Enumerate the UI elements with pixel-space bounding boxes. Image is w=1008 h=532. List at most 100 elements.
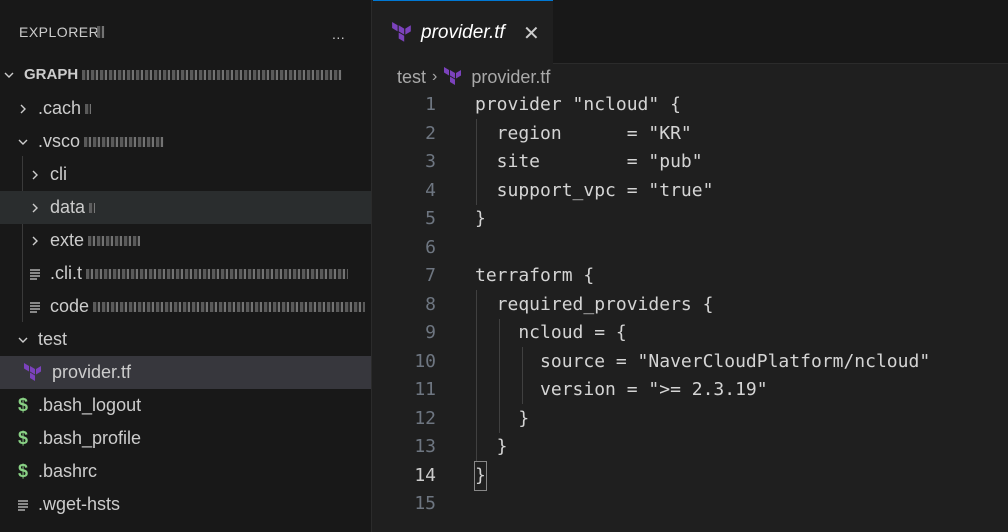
lines-file-icon xyxy=(14,499,32,511)
chevron-right-icon xyxy=(26,202,44,214)
code-line: 12 } xyxy=(373,405,1008,434)
tree-item-extensions[interactable]: exte xyxy=(0,224,371,257)
line-text: required_providers { xyxy=(475,293,714,315)
tree-item-provider-tf[interactable]: provider.tf xyxy=(0,356,371,389)
terraform-icon xyxy=(391,21,413,44)
line-number: 12 xyxy=(414,407,436,429)
tree-item-label: .cach xyxy=(38,98,82,118)
explorer-sidebar: EXPLORER ... GRAPH .cach .vsco cli data … xyxy=(0,0,372,532)
line-number: 2 xyxy=(425,122,436,144)
line-number: 5 xyxy=(425,208,436,229)
line-number: 4 xyxy=(425,179,436,201)
close-icon[interactable]: ✕ xyxy=(523,21,540,46)
tree-item-label: .wget-hsts xyxy=(38,494,121,514)
line-text: } xyxy=(475,407,530,429)
code-line: 3 site = "pub" xyxy=(373,148,1008,177)
line-text: } xyxy=(475,436,508,457)
line-text: provider "ncloud" { xyxy=(475,94,681,115)
tree-item-label: code xyxy=(50,296,90,316)
code-line: 15 xyxy=(373,490,1008,519)
line-number: 14 xyxy=(414,464,436,486)
tree-item-label: exte xyxy=(50,230,85,250)
shell-dollar-icon: $ xyxy=(17,428,28,448)
shell-dollar-icon: $ xyxy=(17,395,28,415)
line-text: } xyxy=(474,460,487,491)
code-line: 8 required_providers { xyxy=(373,291,1008,320)
tree-item-label: provider.tf xyxy=(52,362,132,382)
tree-item-label: test xyxy=(38,329,68,349)
tree-item-code-file[interactable]: code xyxy=(0,290,371,323)
tree-item-bashrc[interactable]: $ .bashrc xyxy=(0,455,371,488)
code-line-active: 14} xyxy=(373,460,1008,491)
code-line: 2 region = "KR" xyxy=(373,120,1008,149)
line-text: source = "NaverCloudPlatform/ncloud" xyxy=(475,350,931,372)
line-number: 15 xyxy=(414,493,436,514)
tree-item-label: .cli.t xyxy=(50,263,83,283)
root-folder-label: GRAPH xyxy=(24,66,79,83)
line-number: 9 xyxy=(425,322,436,343)
more-actions-icon[interactable]: ... xyxy=(332,26,345,42)
breadcrumb-file[interactable]: provider.tf xyxy=(471,67,550,88)
lines-file-icon xyxy=(26,301,44,313)
tree-item-test[interactable]: test xyxy=(0,323,371,356)
line-text: site = "pub" xyxy=(475,151,703,172)
chevron-right-icon: › xyxy=(432,68,438,85)
tab-bar: provider.tf ✕ xyxy=(373,0,1008,64)
code-line: 9 ncloud = { xyxy=(373,319,1008,348)
code-line: 7 terraform { xyxy=(373,262,1008,291)
terraform-icon xyxy=(22,362,44,383)
code-line: 10 source = "NaverCloudPlatform/ncloud" xyxy=(373,348,1008,377)
breadcrumb: test › provider.tf xyxy=(397,64,550,90)
code-line: 13 } xyxy=(373,433,1008,462)
tree-item-cache[interactable]: .cach xyxy=(0,92,371,125)
line-text: ncloud = { xyxy=(475,322,627,343)
tree-item-vscode[interactable]: .vsco xyxy=(0,125,371,158)
tree-item-wget-hsts[interactable]: .wget-hsts xyxy=(0,488,371,521)
chevron-right-icon xyxy=(26,169,44,181)
code-line: 5} xyxy=(373,205,1008,234)
editor-pane: provider.tf ✕ test › provider.tf 1 provid… xyxy=(373,0,1008,532)
terraform-icon xyxy=(443,67,463,87)
chevron-down-icon xyxy=(14,334,32,346)
line-number: 1 xyxy=(425,94,436,115)
line-number: 6 xyxy=(425,236,436,258)
line-number: 3 xyxy=(425,151,436,172)
chevron-right-icon xyxy=(14,103,32,115)
code-line: 6 xyxy=(373,234,1008,263)
explorer-header: EXPLORER ... xyxy=(0,0,371,64)
code-line: 4 support_vpc = "true" xyxy=(373,177,1008,206)
tree-item-cli-file[interactable]: .cli.t xyxy=(0,257,371,290)
tab-provider-tf[interactable]: provider.tf ✕ xyxy=(373,0,553,64)
tree-item-label: .bashrc xyxy=(38,461,98,481)
tree-item-label: .bash_logout xyxy=(38,395,142,415)
tree-item-cli[interactable]: cli xyxy=(0,158,371,191)
lines-file-icon xyxy=(26,268,44,280)
tree-item-label: data xyxy=(50,197,86,217)
tree-item-data[interactable]: data xyxy=(0,191,371,224)
line-text: } xyxy=(475,208,486,229)
line-text: support_vpc = "true" xyxy=(475,179,714,201)
line-number: 7 xyxy=(425,265,436,286)
tree-root-folder[interactable]: GRAPH xyxy=(0,58,371,91)
line-text: version = ">= 2.3.19" xyxy=(475,379,768,400)
breadcrumb-folder[interactable]: test xyxy=(397,67,426,88)
tree-item-bash-profile[interactable]: $ .bash_profile xyxy=(0,422,371,455)
line-number: 8 xyxy=(425,293,436,315)
shell-dollar-icon: $ xyxy=(17,461,28,481)
tree-item-label: .vsco xyxy=(38,131,81,151)
tree-item-label: cli xyxy=(50,164,67,184)
code-line: 11 version = ">= 2.3.19" xyxy=(373,376,1008,405)
line-text: terraform { xyxy=(475,265,595,286)
chevron-right-icon xyxy=(26,235,44,247)
line-number: 13 xyxy=(414,436,436,457)
chevron-down-icon xyxy=(14,136,32,148)
tree-item-bash-logout[interactable]: $ .bash_logout xyxy=(0,389,371,422)
line-number: 10 xyxy=(414,350,436,372)
line-text: region = "KR" xyxy=(475,122,692,144)
explorer-title: EXPLORER xyxy=(19,24,100,40)
tree-item-label: .bash_profile xyxy=(38,428,142,448)
line-number: 11 xyxy=(414,379,436,400)
tab-label: provider.tf xyxy=(421,21,505,43)
code-line: 1 provider "ncloud" { xyxy=(373,91,1008,120)
chevron-down-icon xyxy=(0,69,18,81)
